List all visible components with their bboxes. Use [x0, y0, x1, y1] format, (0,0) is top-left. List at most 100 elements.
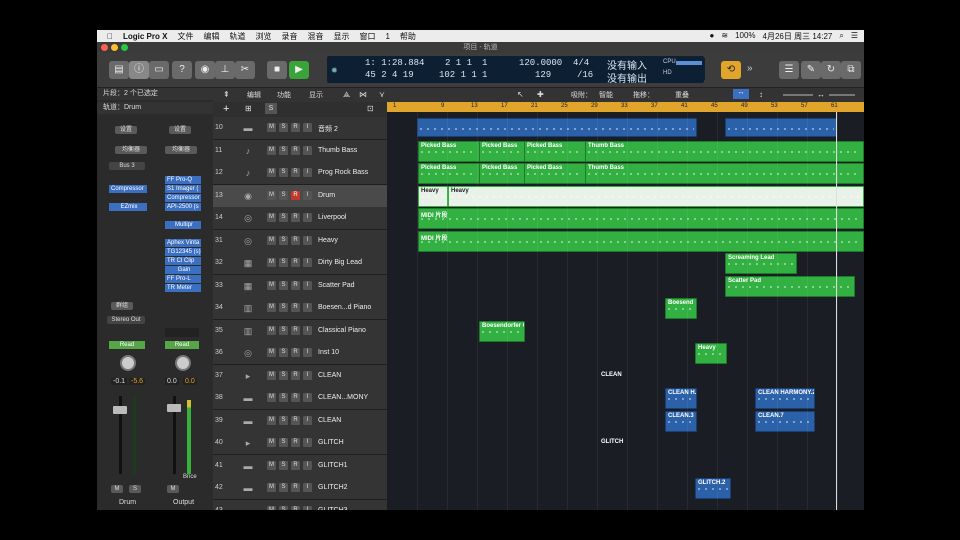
folder-icon[interactable]: ▸ — [241, 437, 255, 449]
menu-view[interactable]: 显示 — [333, 31, 349, 42]
waveform-icon[interactable]: ▬ — [241, 122, 255, 134]
solo-button[interactable]: S — [279, 258, 288, 267]
output-slot[interactable]: Stereo Out — [107, 316, 145, 324]
midi-region[interactable]: Picked Bass — [418, 163, 480, 184]
track-row[interactable]: 39 ▬ M S R I CLEAN — [213, 409, 387, 433]
solo-button[interactable]: S — [279, 393, 288, 402]
mute-button[interactable]: M — [267, 393, 276, 402]
cycle-button[interactable]: ⟲ — [721, 61, 741, 79]
solo-button[interactable]: S — [279, 213, 288, 222]
mute-button[interactable]: M — [267, 145, 276, 155]
plugin-slot-right-9[interactable]: FF Pro-L — [165, 275, 201, 283]
input-monitor-button[interactable]: I — [303, 168, 312, 177]
track-name[interactable]: GLITCH — [318, 439, 344, 446]
solo-button[interactable]: S — [279, 415, 288, 425]
plugin-slot-right-3[interactable]: Compressor — [165, 194, 201, 202]
audio-region[interactable] — [417, 118, 697, 137]
track-name[interactable]: Classical Piano — [318, 327, 366, 334]
record-button[interactable]: R — [291, 438, 300, 447]
library-icon[interactable]: ▤ — [109, 61, 129, 79]
record-button[interactable]: R — [291, 393, 300, 402]
mute-button[interactable]: M — [267, 190, 276, 200]
help-icon[interactable]: ? — [172, 61, 192, 79]
waveform-icon[interactable]: ▬ — [241, 392, 255, 404]
volume-fader-left[interactable] — [113, 406, 127, 414]
track-name[interactable]: GLITCH1 — [318, 462, 348, 469]
mute-button-left[interactable]: M — [111, 485, 123, 493]
settings-button-left[interactable]: 设置 — [115, 126, 137, 134]
solo-button[interactable]: S — [279, 303, 288, 312]
smart-controls-icon[interactable]: ◉ — [195, 61, 215, 79]
input-monitor-button[interactable]: I — [303, 145, 312, 155]
zoom-waveform-icon[interactable]: ↔ — [733, 89, 749, 99]
record-button[interactable]: R — [291, 235, 300, 245]
record-button[interactable]: R — [291, 348, 300, 357]
input-monitor-button[interactable]: I — [303, 303, 312, 312]
clock[interactable]: 4月26日 周三 14:27 — [763, 31, 833, 42]
mute-button[interactable]: M — [267, 235, 276, 245]
audio-region[interactable]: GLITCH.2 — [695, 478, 731, 499]
midi-region[interactable]: Screaming Lead — [725, 253, 797, 274]
record-button[interactable]: R — [291, 190, 300, 200]
waveform-icon[interactable]: ▬ — [241, 460, 255, 472]
plugin-slot-right-10[interactable]: TR Meter — [165, 284, 201, 292]
filter-icon[interactable]: ⋎ — [379, 90, 385, 99]
input-monitor-button[interactable]: I — [303, 213, 312, 222]
automation-slot-right[interactable] — [165, 328, 199, 337]
mute-button[interactable]: M — [267, 213, 276, 222]
menu-mix[interactable]: 混音 — [307, 31, 323, 42]
track-name[interactable]: Inst 10 — [318, 349, 339, 356]
mute-button[interactable]: M — [267, 168, 276, 177]
mute-button[interactable]: M — [267, 303, 276, 312]
solo-button[interactable]: S — [279, 145, 288, 155]
solo-button[interactable]: S — [279, 235, 288, 245]
midi-region[interactable]: Boesendorfer G — [479, 320, 525, 342]
lcd-signature[interactable]: 4/4 — [573, 58, 589, 68]
track-row[interactable]: 43 ▬ MSRI GLITCH3 — [213, 499, 387, 510]
battery-label[interactable]: 100% — [735, 31, 755, 42]
list-editors-icon[interactable]: ☰ — [779, 61, 799, 79]
solo-button[interactable]: S — [279, 280, 288, 290]
volume-value-left[interactable]: -0.1 — [111, 378, 128, 385]
mute-button[interactable]: M — [267, 460, 276, 470]
folder-region-glitch[interactable]: GLITCH — [601, 439, 623, 445]
solo-button[interactable]: S — [279, 123, 288, 132]
track-row[interactable]: 41 ▬ M S R I GLITCH1 — [213, 454, 387, 478]
input-monitor-button[interactable]: I — [303, 370, 312, 380]
solo-button[interactable]: S — [279, 190, 288, 200]
track-row[interactable]: 36 ◎ M S R I Inst 10 — [213, 342, 387, 365]
track-name[interactable]: Drum — [318, 192, 335, 199]
mute-button[interactable]: M — [267, 505, 276, 510]
search-icon[interactable]: ⌕ — [839, 31, 843, 42]
plugin-slot-right-6[interactable]: TG12345 (s) — [165, 248, 201, 256]
input-monitor-button[interactable]: I — [303, 280, 312, 290]
midi-region[interactable]: Picked Bass — [479, 163, 525, 184]
track-row[interactable]: 37 ▸ M S R I CLEAN — [213, 364, 387, 388]
horizontal-zoom-icon[interactable]: ↔ — [817, 90, 825, 99]
settings-button-right[interactable]: 设置 — [169, 126, 191, 134]
piano-icon[interactable]: ▥ — [241, 325, 255, 337]
wechat-icon[interactable]: ● — [710, 31, 715, 42]
mute-button[interactable]: M — [267, 348, 276, 357]
solo-button[interactable]: S — [279, 325, 288, 335]
plugin-slot-right-5[interactable]: Aphex Vinta — [165, 239, 201, 247]
solo-button-left[interactable]: S — [129, 485, 141, 493]
track-row[interactable]: 32 ▦ M S R I Dirty Big Lead — [213, 252, 387, 275]
mute-button[interactable]: M — [267, 483, 276, 492]
menu-window[interactable]: 窗口 — [359, 31, 375, 42]
solo-button[interactable]: S — [279, 505, 288, 510]
automation-read-left[interactable]: Read — [109, 341, 145, 349]
track-name[interactable]: Dirty Big Lead — [318, 259, 362, 266]
track-name[interactable]: Boesen...d Piano — [318, 304, 371, 311]
midi-region[interactable]: Picked Bass — [418, 140, 480, 162]
drumkit-icon[interactable]: ◎ — [241, 347, 255, 359]
solo-button[interactable]: S — [279, 483, 288, 492]
track-row[interactable]: 10 ▬ M S R I 音频 2 — [213, 117, 387, 140]
record-button[interactable]: R — [291, 213, 300, 222]
mixer-icon[interactable]: ⊥ — [215, 61, 235, 79]
plugin-slot-left-1[interactable]: Compressor — [109, 185, 147, 193]
midi-region[interactable]: Picked Bass — [479, 140, 525, 162]
track-name[interactable]: CLEAN — [318, 372, 341, 379]
toolbar-icon[interactable]: ▭ — [149, 61, 169, 79]
track-name[interactable]: GLITCH2 — [318, 484, 348, 491]
